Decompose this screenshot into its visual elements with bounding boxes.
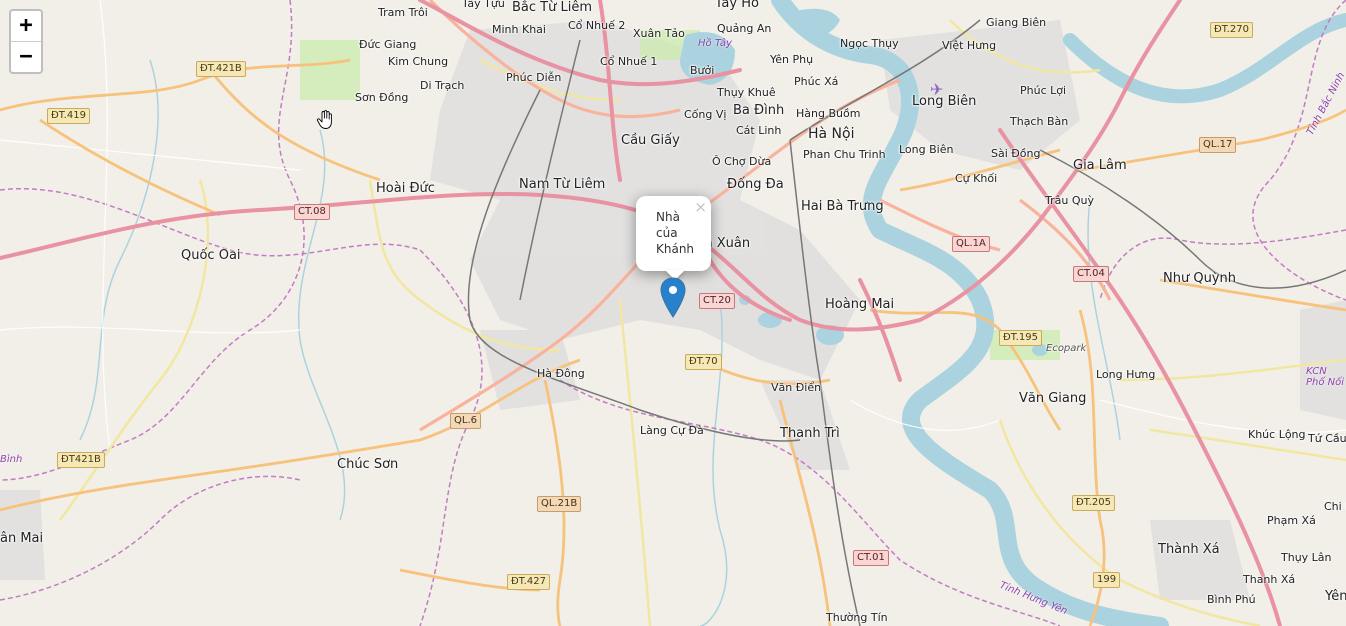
- place-trau-quy: Trâu Quỳ: [1045, 194, 1094, 207]
- road-shield-dt195: ĐT.195: [999, 330, 1042, 346]
- place-pham-xa: Phạm Xá: [1267, 514, 1316, 527]
- place-hoai-duc: Hoài Đức: [376, 181, 435, 196]
- place-binh: Bình: [0, 454, 23, 465]
- place-xuan-tao: Xuân Tảo: [633, 27, 685, 40]
- place-ecopark: Ecopark: [1046, 343, 1087, 354]
- road-shield-ql17: QL.17: [1199, 137, 1237, 153]
- road-shield-dt70: ĐT.70: [685, 354, 722, 370]
- zoom-out-button[interactable]: −: [11, 42, 41, 72]
- place-sai-dong: Sài Đồng: [991, 147, 1041, 160]
- place-quang-an: Quảng An: [717, 22, 772, 35]
- road-shield-ql6: QL.6: [450, 413, 481, 429]
- place-ba-dinh: Ba Đình: [733, 103, 785, 118]
- place-yen: Yên: [1325, 589, 1346, 604]
- place-gia-lam: Gia Lâm: [1073, 158, 1127, 173]
- road-shield-ct04: CT.04: [1073, 266, 1109, 282]
- place-viet-hung: Việt Hưng: [942, 39, 997, 52]
- road-shield-ql1a: QL.1A: [952, 236, 990, 252]
- place-di-trach: Di Trạch: [420, 79, 465, 92]
- place-ngoc-thuy: Ngọc Thụy: [840, 37, 899, 50]
- road-shield-dt205: ĐT.205: [1072, 495, 1115, 511]
- place-binh-phu: Bình Phú: [1207, 593, 1256, 606]
- road-shield-dt421b: ĐT.421B: [196, 61, 246, 77]
- popup-content: Nhà của Khánh: [656, 209, 706, 257]
- place-hai-ba-trung: Hai Bà Trưng: [801, 199, 884, 214]
- place-co-nhue-1: Cổ Nhuế 1: [600, 55, 658, 68]
- zoom-control: + −: [9, 9, 43, 74]
- place-kcn-pho-noi: KCN Phố Nối: [1306, 366, 1345, 388]
- place-nam-tu-liem: Nam Từ Liêm: [519, 177, 606, 192]
- place-nhu-quynh: Như Quỳnh: [1163, 271, 1236, 286]
- place-hoang-mai: Hoàng Mai: [825, 297, 895, 312]
- place-ha-noi: Hà Nội: [808, 126, 855, 142]
- place-co-nhue-2: Cổ Nhuế 2: [568, 19, 626, 32]
- road-shield-dt419: ĐT.419: [47, 108, 90, 124]
- popup-text-line: Nhà: [656, 210, 680, 224]
- place-thach-ban: Thạch Bàn: [1010, 115, 1069, 128]
- place-duc-giang: Đức Giang: [359, 38, 417, 51]
- hand-cursor-icon: [316, 110, 332, 129]
- place-khuc-long: Khúc Lộng: [1248, 428, 1306, 441]
- popup-text-line: của: [656, 226, 678, 240]
- road-shield-ct08: CT.08: [294, 204, 330, 220]
- place-cat-linh: Cát Linh: [736, 124, 782, 137]
- road-shield-ct20: CT.20: [699, 293, 735, 309]
- place-phan-chu-trinh: Phan Chu Trinh: [803, 148, 886, 161]
- popup-text-line: Khánh: [656, 242, 695, 256]
- map-marker-icon[interactable]: [660, 277, 686, 318]
- road-shield-ct01: CT.01: [853, 550, 889, 566]
- road-shield-dt427: ĐT.427: [507, 574, 550, 590]
- place-lang-cu-da: Làng Cự Đà: [640, 424, 704, 437]
- place-ha-dong: Hà Đông: [537, 367, 585, 380]
- marker-popup: × Nhà của Khánh: [636, 196, 711, 271]
- road-shield-dt270: ĐT.270: [1210, 22, 1253, 38]
- place-phuc-xa: Phúc Xá: [794, 75, 839, 88]
- road-shield-199: 199: [1093, 572, 1121, 588]
- place-thuy-khue: Thụy Khuê: [717, 86, 776, 99]
- place-son-dong: Sơn Đồng: [355, 91, 409, 104]
- place-long-bien: Long Biên: [899, 143, 954, 156]
- place-tay-ho: Tây Hồ: [715, 0, 759, 11]
- place-cau-giay: Cầu Giấy: [621, 133, 680, 148]
- place-tram-troi: Tram Trôi: [378, 6, 428, 19]
- place-long-bien-district: Long Biên: [912, 94, 977, 109]
- place-dong-da: Đống Đa: [727, 177, 784, 192]
- place-thanh-xa: Thành Xá: [1158, 542, 1220, 557]
- place-phuc-dien: Phúc Diễn: [506, 71, 562, 84]
- place-thuy-lan: Thụy Lân: [1281, 551, 1332, 564]
- place-bac-tu-liem: Bắc Từ Liêm: [512, 0, 592, 15]
- place-thanh-tri: Thanh Trì: [780, 426, 840, 441]
- place-yen-mai: ân Mai: [0, 531, 44, 546]
- zoom-in-button[interactable]: +: [11, 11, 41, 42]
- place-tay-tuu: Tây Tựu: [462, 0, 505, 10]
- place-chuc-son: Chúc Sơn: [337, 457, 399, 472]
- road-shield-ql21b: QL.21B: [537, 496, 582, 512]
- place-chi-le: Chi Lê: [1324, 500, 1346, 513]
- place-van-dien: Văn Điển: [771, 381, 822, 394]
- place-long-hung: Long Hưng: [1096, 368, 1156, 381]
- place-thanh-xa-small: Thanh Xá: [1243, 573, 1296, 586]
- place-o-cho-dua: Ô Chợ Dừa: [712, 155, 772, 168]
- place-cong-vi: Cống Vị: [684, 108, 727, 121]
- place-yen-phu: Yên Phụ: [770, 53, 814, 66]
- place-phuc-loi: Phúc Lợi: [1020, 84, 1067, 97]
- place-tu-cau: Tứ Cầu: [1308, 432, 1346, 445]
- place-kim-chung: Kim Chung: [388, 55, 449, 68]
- place-thuong-tin: Thường Tín: [826, 611, 888, 624]
- place-van-giang: Văn Giang: [1019, 391, 1087, 406]
- place-hang-buom: Hàng Buồm: [796, 107, 861, 120]
- place-buoi: Bưởi: [690, 64, 715, 77]
- place-ho-tay: Hồ Tây: [698, 38, 732, 49]
- place-giang-bien: Giang Biên: [986, 16, 1047, 29]
- place-minh-khai: Minh Khai: [492, 23, 546, 36]
- place-cu-khoi: Cự Khối: [955, 172, 998, 185]
- place-quoc-oai: Quốc Oai: [181, 248, 241, 263]
- road-shield-dt421b-2: ĐT421B: [57, 452, 105, 468]
